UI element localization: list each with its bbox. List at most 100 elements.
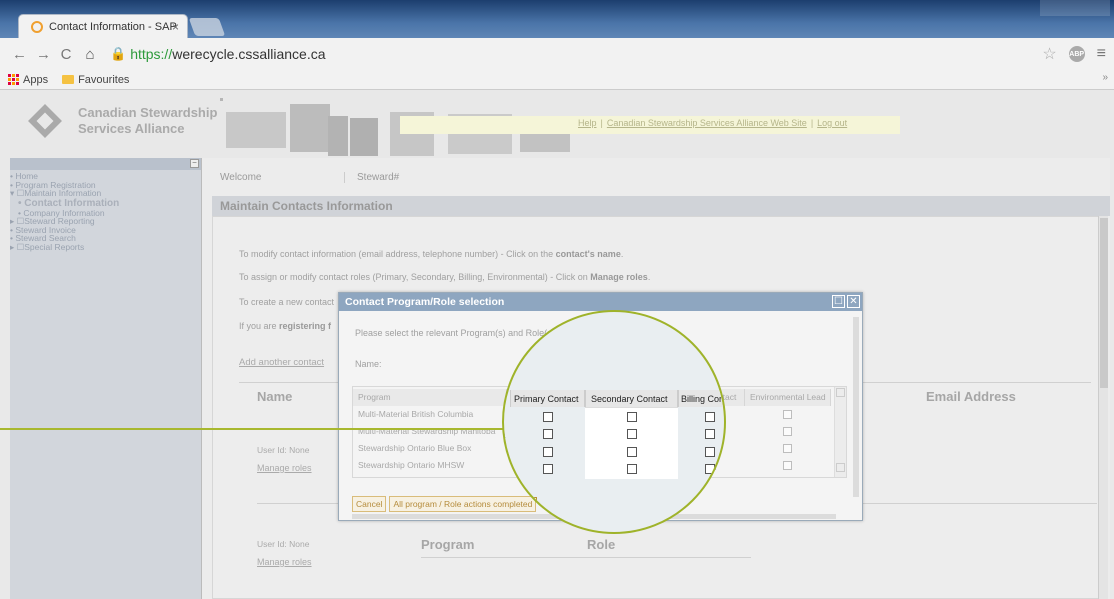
scroll-down-icon[interactable]: [836, 463, 845, 472]
zoom-primary-checkbox[interactable]: [543, 429, 553, 439]
cssa-website-link[interactable]: Canadian Stewardship Services Alliance W…: [607, 118, 807, 128]
back-icon[interactable]: ←: [12, 46, 27, 63]
url-host: werecycle.cssalliance.ca: [172, 46, 326, 62]
zoom-secondary-checkbox[interactable]: [627, 429, 637, 439]
dialog-vscrollbar[interactable]: [853, 317, 859, 497]
page-scrollbar[interactable]: [1098, 216, 1108, 599]
column-name: Name: [257, 389, 293, 404]
zoom-billing-checkbox[interactable]: [705, 464, 715, 474]
tab-close-icon[interactable]: ×: [172, 20, 179, 34]
sidebar-item-special-reports[interactable]: ▸ ☐Special Reports: [10, 242, 201, 252]
scroll-up-icon[interactable]: [836, 388, 845, 397]
logo-mark-icon: [28, 104, 62, 138]
zoom-header-billing: Billing Contact: [681, 394, 725, 404]
zoom-header-secondary: Secondary Contact: [591, 394, 668, 404]
zoom-secondary-checkbox[interactable]: [627, 412, 637, 422]
zoom-primary-checkbox[interactable]: [543, 447, 553, 457]
header-links: Help | Canadian Stewardship Services Allia…: [578, 118, 848, 128]
lock-icon[interactable]: 🔒: [110, 46, 126, 62]
menu-icon[interactable]: ≡: [1097, 45, 1106, 63]
environmental-lead-checkbox[interactable]: [783, 444, 792, 453]
environmental-lead-checkbox[interactable]: [783, 410, 792, 419]
url-field[interactable]: https://werecycle.cssalliance.ca: [130, 46, 325, 62]
forward-icon[interactable]: →: [36, 46, 51, 63]
logo-line1: Canadian Stewardship: [78, 105, 218, 120]
sidebar: − • Home • Program Registration ▾ ☐Maint…: [10, 158, 202, 599]
browser-tabstrip: Contact Information - SAP ×: [0, 0, 1114, 38]
sidebar-item-contact-information[interactable]: • Contact Information: [10, 198, 201, 209]
cancel-button[interactable]: Cancel: [352, 496, 387, 512]
help-link[interactable]: Help: [578, 118, 597, 128]
close-icon[interactable]: ✕: [847, 295, 860, 308]
tab-title: Contact Information - SAP: [49, 20, 177, 33]
apps-icon: [8, 74, 19, 85]
bookmark-favourites[interactable]: Favourites: [62, 74, 129, 86]
manage-roles-link-1[interactable]: Manage roles: [257, 463, 312, 473]
site-header: Canadian Stewardship Services Alliance H…: [10, 90, 1110, 158]
reload-icon[interactable]: C: [60, 46, 72, 63]
home-icon[interactable]: ⌂: [84, 46, 96, 63]
bookmarks-bar: Apps Favourites »: [0, 70, 1114, 90]
logout-link[interactable]: Log out: [817, 118, 847, 128]
zoom-primary-checkbox[interactable]: [543, 412, 553, 422]
sap-favicon-icon: [31, 20, 43, 33]
user-id-2: User Id: None: [257, 539, 310, 549]
add-another-contact-link[interactable]: Add another contact: [239, 357, 324, 368]
grid-header-program: Program: [353, 389, 507, 406]
browser-tab[interactable]: Contact Information - SAP ×: [18, 14, 188, 38]
adblock-icon[interactable]: ABP: [1068, 46, 1085, 62]
dialog-title-bar[interactable]: Contact Program/Role selection ☐ ✕: [339, 293, 862, 311]
column-email: Email Address: [926, 389, 1016, 404]
welcome-row: Welcome Steward#: [208, 172, 1108, 190]
manage-roles-link-2[interactable]: Manage roles: [257, 557, 312, 567]
magnifier-lens: Primary Contact Secondary Contact Billin…: [502, 310, 726, 534]
contact-name-hint: contact's name: [555, 249, 621, 259]
logo-line2: Services Alliance: [78, 121, 185, 136]
zoom-billing-checkbox[interactable]: [705, 447, 715, 457]
sidebar-nav: • Home • Program Registration ▾ ☐Maintai…: [10, 170, 201, 251]
program-name: Multi-Material Stewardship Manitoba: [358, 426, 496, 436]
zoom-program-2: Multi-Material Stewardship Manitoba: [504, 430, 506, 440]
environmental-lead-checkbox[interactable]: [783, 427, 792, 436]
zoom-header-primary: Primary Contact: [514, 394, 579, 404]
sidebar-item-maintain-information[interactable]: ▾ ☐Maintain Information: [10, 189, 201, 198]
address-bar: ← → C ⌂ 🔒 https://werecycle.cssalliance.…: [0, 38, 1114, 70]
grid-scrollbar[interactable]: [834, 387, 846, 477]
program-name: Stewardship Ontario MHSW: [358, 460, 465, 470]
welcome-label: Welcome: [220, 172, 262, 183]
zoom-secondary-checkbox[interactable]: [627, 464, 637, 474]
zoom-completed-button[interactable]: All program / Role actions completed: [504, 497, 538, 513]
instruction-create-contact: To create a new contact: [239, 297, 335, 307]
window-controls[interactable]: [1040, 0, 1110, 16]
column-role: Role: [587, 537, 616, 552]
section-title: Maintain Contacts Information: [212, 196, 1110, 216]
instruction-registering: If you are registering f: [239, 321, 332, 331]
zoom-secondary-checkbox[interactable]: [627, 447, 637, 457]
bookmark-apps[interactable]: Apps: [8, 74, 48, 86]
instruction-modify-contact: To modify contact information (email add…: [239, 249, 624, 259]
contact-name-label: Name:: [355, 359, 382, 369]
folder-icon: [62, 75, 75, 84]
instruction-assign-roles: To assign or modify contact roles (Prima…: [239, 272, 651, 282]
bookmark-favourites-label: Favourites: [78, 73, 130, 86]
manage-roles-hint: Manage roles: [590, 272, 648, 282]
zoom-billing-checkbox[interactable]: [705, 412, 715, 422]
new-tab-button[interactable]: [188, 18, 226, 36]
bookmark-star-icon[interactable]: ☆: [1042, 44, 1056, 64]
magnifier-pointer-line: [0, 428, 512, 430]
grid-header-environmental: Environmental Lead: [745, 389, 831, 406]
environmental-lead-checkbox[interactable]: [783, 461, 792, 470]
program-divider: [421, 557, 751, 558]
user-id-1: User Id: None: [257, 445, 310, 455]
zoom-billing-checkbox[interactable]: [705, 429, 715, 439]
maximize-icon[interactable]: ☐: [832, 295, 845, 308]
zoom-primary-checkbox[interactable]: [543, 464, 553, 474]
program-name: Multi-Material British Columbia: [358, 409, 474, 419]
url-scheme: https://: [130, 46, 173, 62]
cssa-logo[interactable]: Canadian Stewardship Services Alliance: [28, 104, 217, 138]
bookmarks-more-icon[interactable]: »: [1102, 72, 1108, 83]
sidebar-collapse-button[interactable]: −: [190, 159, 199, 168]
steward-number: Steward#: [344, 172, 399, 183]
bookmark-apps-label: Apps: [23, 73, 49, 86]
program-name: Stewardship Ontario Blue Box: [358, 443, 472, 453]
